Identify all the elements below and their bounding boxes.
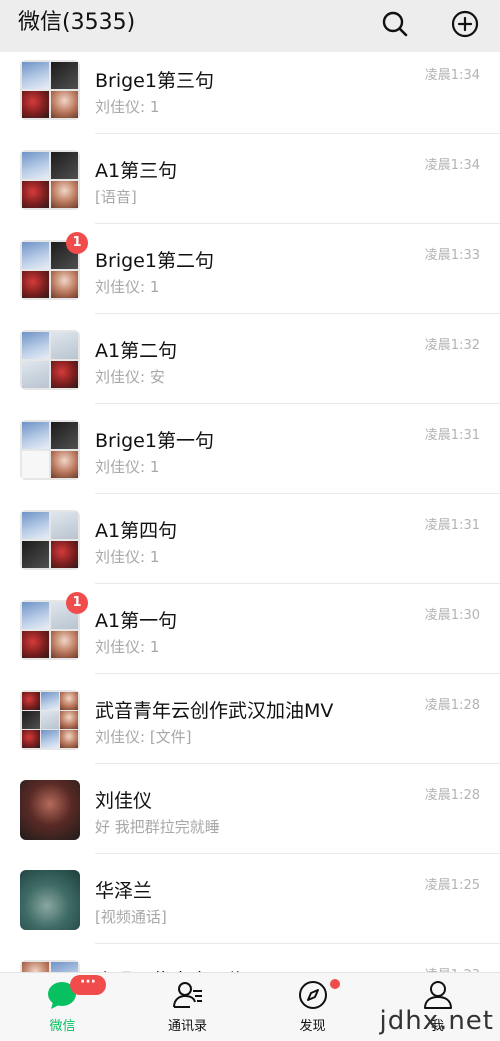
chat-preview: 好 我把群拉完就睡 bbox=[95, 818, 220, 836]
chat-name: Brige1第三句 bbox=[95, 70, 214, 92]
group-avatar bbox=[20, 60, 80, 120]
chat-row[interactable]: 1 A1第一句 刘佳仪: 1 凌晨1:30 bbox=[0, 584, 500, 674]
contact-avatar bbox=[20, 870, 80, 930]
chat-time: 凌晨1:28 bbox=[424, 698, 480, 713]
tab-label: 通讯录 bbox=[167, 1019, 207, 1034]
chat-preview: 刘佳仪: 安 bbox=[95, 368, 165, 386]
group-avatar: 1 bbox=[20, 232, 88, 300]
chat-time: 凌晨1:25 bbox=[424, 878, 480, 893]
tab-label: 发现 bbox=[299, 1019, 326, 1034]
chat-row[interactable]: Brige1第三句 刘佳仪: 1 凌晨1:34 bbox=[0, 44, 500, 134]
chat-name: A1第四句 bbox=[95, 520, 178, 542]
page-title: 微信(3535) bbox=[18, 10, 136, 35]
chat-row[interactable]: 刘佳仪 好 我把群拉完就睡 凌晨1:28 bbox=[0, 764, 500, 854]
chat-name: A1第二句 bbox=[95, 340, 178, 362]
group-avatar bbox=[20, 150, 80, 210]
chat-time: 凌晨1:34 bbox=[424, 68, 480, 83]
group-avatar bbox=[20, 330, 80, 390]
tab-chats[interactable]: ··· 微信 bbox=[0, 973, 125, 1041]
tab-contacts[interactable]: 通讯录 bbox=[125, 973, 250, 1041]
chat-time: 凌晨1:31 bbox=[424, 428, 480, 443]
chat-name: 武音青年云创作武汉加油MV bbox=[95, 700, 334, 722]
chat-name: 刘佳仪 bbox=[95, 790, 153, 812]
group-avatar bbox=[20, 420, 80, 480]
chat-name: 华泽兰 bbox=[95, 880, 153, 902]
chat-name: Brige1第二句 bbox=[95, 250, 214, 272]
chat-name: Brige1第一句 bbox=[95, 430, 214, 452]
chat-time: 凌晨1:28 bbox=[424, 788, 480, 803]
chat-time: 凌晨1:33 bbox=[424, 248, 480, 263]
chat-name: A1第一句 bbox=[95, 610, 178, 632]
chat-row[interactable]: A1第二句 刘佳仪: 安 凌晨1:32 bbox=[0, 314, 500, 404]
chat-time: 凌晨1:30 bbox=[424, 608, 480, 623]
chat-name: A1第三句 bbox=[95, 160, 178, 182]
chat-preview: 刘佳仪: 1 bbox=[95, 638, 160, 656]
tab-discover[interactable]: 发现 bbox=[250, 973, 375, 1041]
chat-time: 凌晨1:32 bbox=[424, 338, 480, 353]
unread-more-badge: ··· bbox=[70, 975, 106, 995]
chat-preview: 刘佳仪: 1 bbox=[95, 98, 160, 116]
chat-time: 凌晨1:34 bbox=[424, 158, 480, 173]
contacts-icon bbox=[173, 982, 202, 1008]
chat-preview: 刘佳仪: [文件] bbox=[95, 728, 192, 746]
chat-row[interactable]: Brige1第一句 刘佳仪: 1 凌晨1:31 bbox=[0, 404, 500, 494]
chat-preview: 刘佳仪: 1 bbox=[95, 278, 160, 296]
chat-preview: 刘佳仪: 1 bbox=[95, 458, 160, 476]
chat-row[interactable]: A1第三句 [语音] 凌晨1:34 bbox=[0, 134, 500, 224]
compass-icon bbox=[299, 981, 327, 1009]
chat-row[interactable]: 武音青年云创作武汉加油MV 刘佳仪: [文件] 凌晨1:28 bbox=[0, 674, 500, 764]
chat-list: Brige1第三句 刘佳仪: 1 凌晨1:34 A1第三句 [语音] 凌晨1:3… bbox=[0, 44, 500, 974]
chat-preview: 刘佳仪: 1 bbox=[95, 548, 160, 566]
new-dot-badge bbox=[330, 979, 340, 989]
chat-row[interactable]: A1第四句 刘佳仪: 1 凌晨1:31 bbox=[0, 494, 500, 584]
tab-label: 微信 bbox=[49, 1019, 76, 1034]
unread-badge: 1 bbox=[66, 592, 88, 614]
plus-circle-icon[interactable] bbox=[450, 9, 480, 39]
group-avatar bbox=[20, 690, 80, 750]
chat-preview: [视频通话] bbox=[95, 908, 167, 926]
group-avatar: 1 bbox=[20, 592, 88, 660]
top-bar: 微信(3535) bbox=[0, 0, 500, 52]
contact-avatar bbox=[20, 780, 80, 840]
chat-row[interactable]: 合唱那些未来1群 凌晨1:23 bbox=[0, 944, 500, 974]
chat-preview: [语音] bbox=[95, 188, 137, 206]
chat-row[interactable]: 华泽兰 [视频通话] 凌晨1:25 bbox=[0, 854, 500, 944]
unread-badge: 1 bbox=[66, 232, 88, 254]
chat-row[interactable]: 1 Brige1第二句 刘佳仪: 1 凌晨1:33 bbox=[0, 224, 500, 314]
group-avatar bbox=[20, 510, 80, 570]
watermark-text: jdhx.net bbox=[379, 1006, 494, 1036]
chat-time: 凌晨1:31 bbox=[424, 518, 480, 533]
search-icon[interactable] bbox=[380, 9, 410, 39]
